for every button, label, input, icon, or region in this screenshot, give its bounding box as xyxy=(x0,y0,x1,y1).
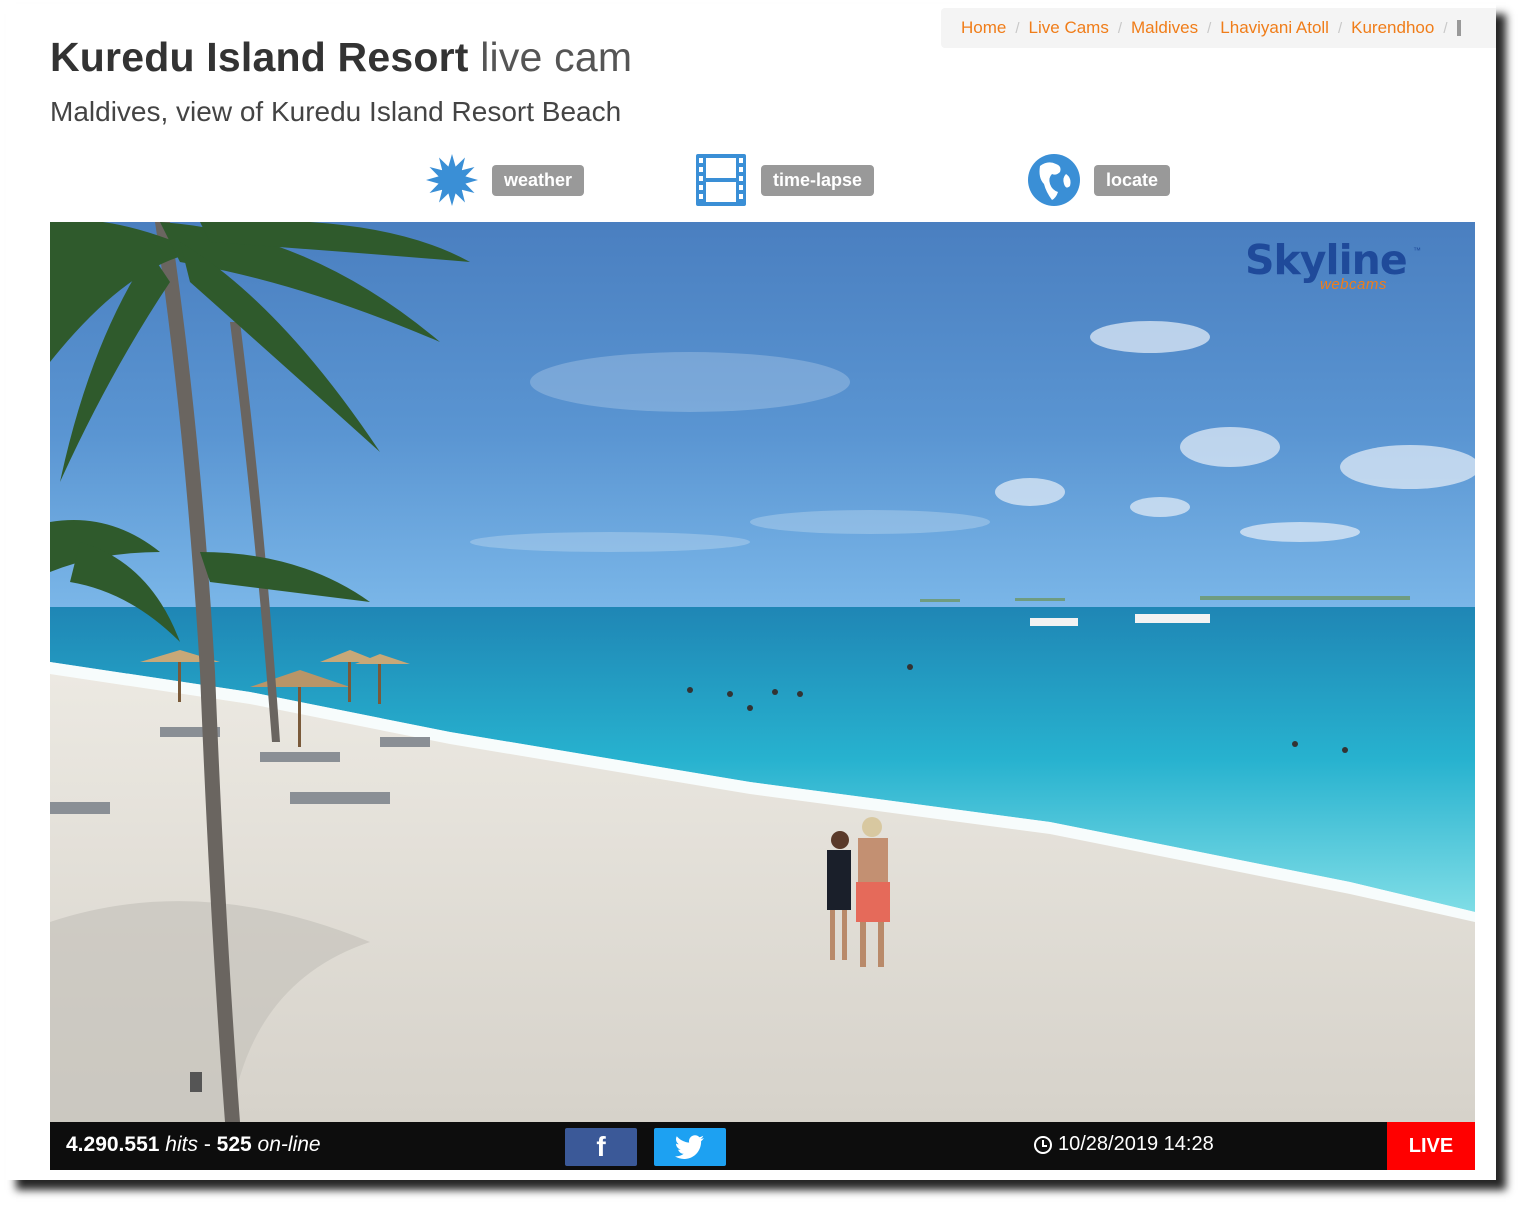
breadcrumb-separator: / xyxy=(1207,19,1212,37)
locate-label: locate xyxy=(1094,164,1171,196)
page: Home / Live Cams / Maldives / Lhaviyani … xyxy=(6,4,1496,1180)
breadcrumb-separator: / xyxy=(1443,19,1448,37)
breadcrumb: Home / Live Cams / Maldives / Lhaviyani … xyxy=(941,8,1496,48)
online-label: on-line xyxy=(257,1133,321,1156)
twitter-share-button[interactable] xyxy=(654,1128,726,1166)
twitter-bird-icon xyxy=(675,1135,704,1159)
live-badge[interactable]: LIVE xyxy=(1387,1122,1475,1170)
online-count: 525 xyxy=(216,1133,252,1156)
player-info-bar: 4.290.551 hits - 525 on-line f 10/28/201… xyxy=(50,1122,1475,1170)
time-lapse-label: time-lapse xyxy=(761,164,875,196)
breadcrumb-separator: / xyxy=(1337,19,1343,37)
weather-label: weather xyxy=(492,164,585,196)
hits-count: 4.290.551 xyxy=(66,1133,160,1156)
breadcrumb-live-cams[interactable]: Live Cams xyxy=(1029,18,1109,38)
breadcrumb-home[interactable]: Home xyxy=(961,18,1006,38)
skyline-logo-subtext: webcams xyxy=(1320,276,1387,293)
skyline-webcams-logo[interactable]: Skyline ™ webcams xyxy=(1245,236,1425,296)
view-stats: 4.290.551 hits - 525 on-line xyxy=(66,1133,321,1157)
facebook-icon: f xyxy=(596,1131,606,1162)
page-subtitle: Maldives, view of Kuredu Island Resort B… xyxy=(50,96,622,127)
hits-label: hits xyxy=(165,1133,198,1156)
globe-icon xyxy=(1028,154,1080,206)
breadcrumb-separator: / xyxy=(1117,19,1123,37)
breadcrumb-lhaviyani-atoll[interactable]: Lhaviyani Atoll xyxy=(1220,18,1329,38)
webcam-player[interactable]: Skyline ™ webcams 4.290.551 hits - 525 o… xyxy=(50,222,1475,1170)
locate-button[interactable]: locate xyxy=(1026,152,1171,208)
webcam-image[interactable]: Skyline ™ webcams xyxy=(50,222,1475,1122)
film-strip-icon xyxy=(696,154,746,206)
breadcrumb-maldives[interactable]: Maldives xyxy=(1131,18,1198,38)
page-title-main: Kuredu Island Resort xyxy=(50,34,469,80)
page-title: Kuredu Island Resort live cam xyxy=(50,34,632,81)
beach-scene-image xyxy=(50,222,1475,1122)
weather-button[interactable]: weather xyxy=(424,152,585,208)
breadcrumb-separator: / xyxy=(1015,19,1020,37)
clock-icon xyxy=(1034,1135,1052,1154)
skyline-logo-trademark: ™ xyxy=(1413,246,1421,255)
breadcrumb-truncated-item[interactable] xyxy=(1456,20,1461,36)
weather-sun-icon xyxy=(426,154,478,206)
timestamp: 10/28/2019 14:28 xyxy=(1034,1133,1214,1156)
timestamp-text: 10/28/2019 14:28 xyxy=(1058,1133,1214,1155)
stats-separator: - xyxy=(203,1133,211,1156)
time-lapse-button[interactable]: time-lapse xyxy=(693,152,875,208)
breadcrumb-kurendhoo[interactable]: Kurendhoo xyxy=(1351,18,1434,38)
facebook-share-button[interactable]: f xyxy=(565,1128,637,1166)
page-title-suffix: live cam xyxy=(480,34,633,80)
